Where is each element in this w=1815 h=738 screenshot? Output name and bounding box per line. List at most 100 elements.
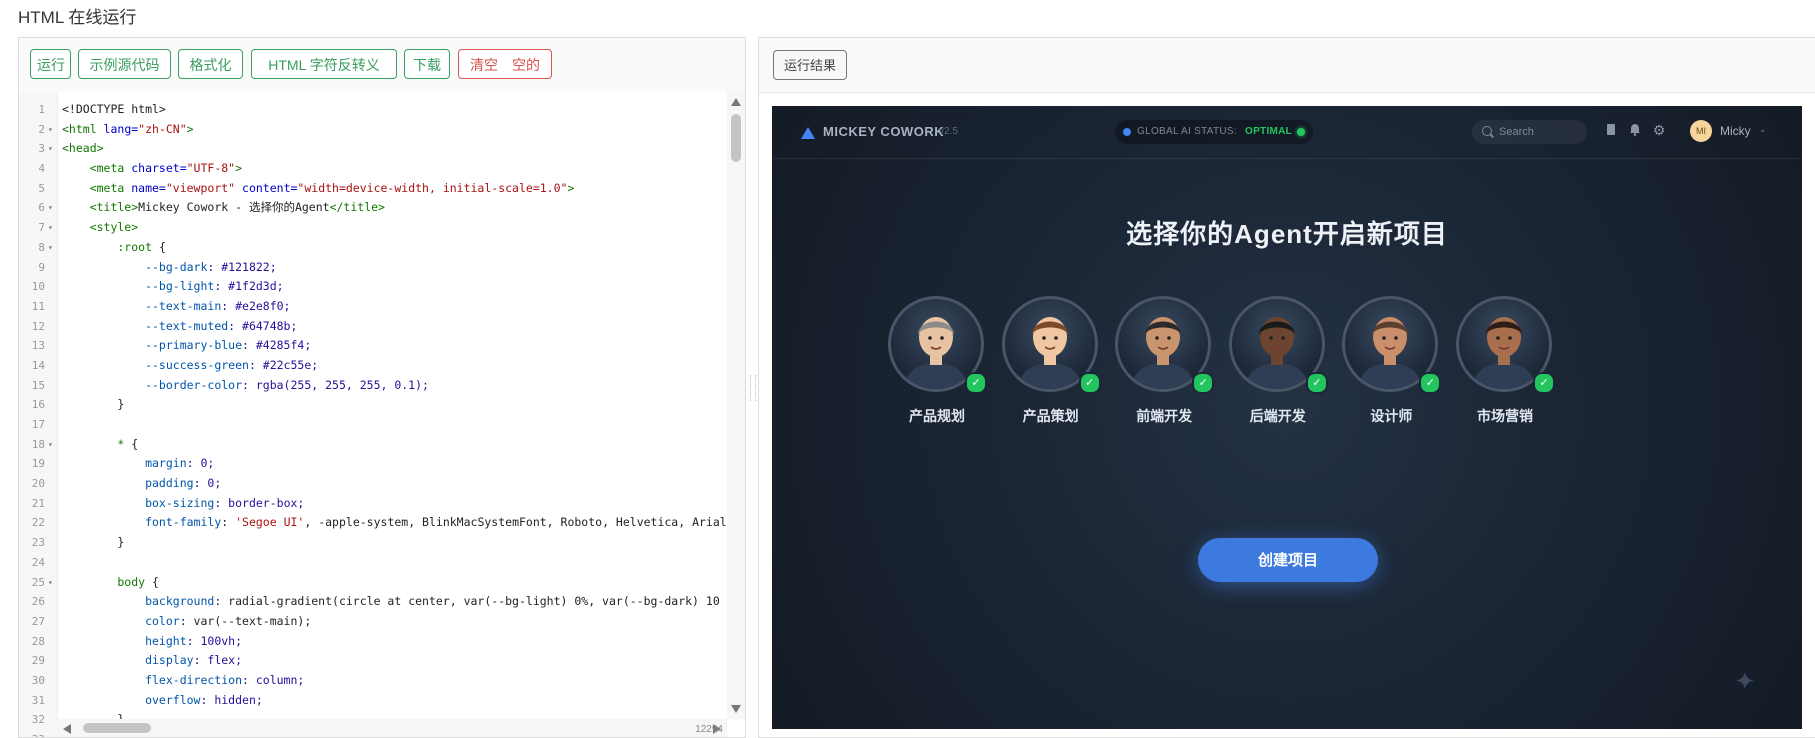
code-line[interactable]: 1 <!DOCTYPE html> [19,100,725,120]
code-text: box-sizing: border-box; [62,494,304,514]
vertical-scrollbar[interactable] [727,92,745,719]
line-number: 18 [31,437,45,451]
horizontal-scrollbar[interactable] [57,719,727,737]
code-line[interactable]: 24 [19,553,725,573]
run-result-button[interactable]: 运行结果 [773,50,847,80]
clear-button[interactable]: 清空 空的 [458,49,552,79]
code-editor[interactable]: 1 <!DOCTYPE html> 2 ▾ <html lang="zh-CN"> 3 ▾ <… [19,92,745,737]
code-line[interactable]: 20 padding: 0; [19,474,725,494]
code-token: } [62,397,125,412]
code-line[interactable]: 13 --primary-blue: #4285f4; [19,336,725,356]
code-token: : 0; [193,476,222,491]
fold-arrow-icon[interactable]: ▾ [48,120,53,140]
check-icon: ✓ [1192,372,1215,394]
bell-icon[interactable] [1628,123,1642,137]
hero-title: 选择你的Agent开启新项目 [1126,219,1448,249]
code-line[interactable]: 17 [19,415,725,435]
user-name[interactable]: Micky [1720,124,1751,138]
fold-arrow-icon[interactable]: ▾ [48,139,53,159]
scroll-down-icon[interactable] [731,705,741,713]
code-text: --border-color: rgba(255, 255, 255, 0.1)… [62,376,429,396]
fold-arrow-icon[interactable]: ▾ [48,198,53,218]
code-line[interactable]: 19 margin: 0; [19,454,725,474]
code-line[interactable]: 30 flex-direction: column; [19,671,725,691]
vertical-scroll-thumb[interactable] [731,114,741,162]
code-line[interactable]: 12 --text-muted: #64748b; [19,317,725,337]
fold-arrow-icon[interactable]: ▾ [48,218,53,238]
line-number: 12 [31,319,45,333]
code-token: <title> [62,200,139,215]
line-number: 29 [31,654,45,668]
code-line[interactable]: 10 --bg-light: #1f2d3d; [19,277,725,297]
line-number: 27 [31,614,45,628]
code-line[interactable]: 5 <meta name="viewport" content="width=d… [19,179,725,199]
code-text: body { [62,573,159,593]
code-line[interactable]: 3 ▾ <head> [19,139,725,159]
html-unescape-button[interactable]: HTML 字符反转义 [251,49,397,79]
code-token: --bg-dark [62,259,208,274]
line-number: 20 [31,477,45,491]
run-button[interactable]: 运行 [30,49,71,79]
code-text: --text-main: #e2e8f0; [62,297,290,317]
code-token: : radial-gradient(circle at center, var(… [214,594,720,609]
code-token: Mickey Cowork - 选择你的Agent [138,200,330,215]
code-panel: 运行 示例源代码 格式化 HTML 字符反转义 下载 清空 空的 1 <!DOCT… [18,37,746,738]
code-line[interactable]: 11 --text-main: #e2e8f0; [19,297,725,317]
code-text: :root { [62,238,166,258]
code-line[interactable]: 6 ▾ <title>Mickey Cowork - 选择你的Agent</tit… [19,198,725,218]
format-button[interactable]: 格式化 [178,49,243,79]
code-line[interactable]: 7 ▾ <style> [19,218,725,238]
code-lines[interactable]: 1 <!DOCTYPE html> 2 ▾ <html lang="zh-CN"> 3 ▾ <… [19,100,727,737]
fold-arrow-icon[interactable]: ▾ [48,573,53,593]
code-line[interactable]: 25 ▾ body { [19,573,725,593]
code-line[interactable]: 29 display: flex; [19,651,725,671]
fold-arrow-icon[interactable]: ▾ [48,238,53,258]
fold-arrow-icon[interactable]: ▾ [48,435,53,455]
code-line[interactable]: 9 --bg-dark: #121822; [19,258,725,278]
code-line[interactable]: 22 font-family: 'Segoe UI', -apple-syste… [19,513,727,533]
code-line[interactable]: 8 ▾ :root { [19,238,725,258]
code-line[interactable]: 14 --success-green: #22c55e; [19,356,725,376]
search-input[interactable]: Search [1472,120,1587,144]
code-line[interactable]: 27 color: var(--text-main); [19,612,725,632]
document-icon[interactable] [1604,123,1618,137]
line-number: 5 [38,181,45,195]
agent-label: 产品策划 [1022,408,1079,424]
code-text: <head> [62,139,104,159]
agent-label: 前端开发 [1136,408,1193,424]
search-placeholder: Search [1499,126,1534,138]
code-token: : [221,515,236,530]
scroll-up-icon[interactable] [731,98,741,106]
code-line[interactable]: 26 background: radial-gradient(circle at… [19,592,725,612]
user-avatar[interactable]: MI [1690,120,1712,142]
code-line[interactable]: 16 } [19,395,725,415]
create-project-button[interactable]: 创建项目 [1198,538,1378,582]
code-line[interactable]: 31 overflow: hidden; [19,691,725,711]
code-token: charset= [124,161,187,176]
char-count: 12294 [695,724,723,735]
code-line[interactable]: 21 box-sizing: border-box; [19,494,725,514]
code-line[interactable]: 18 ▾ * { [19,435,725,455]
scroll-left-icon[interactable] [63,724,71,734]
code-token: : 0; [186,456,215,471]
code-line[interactable]: 23 } [19,533,725,553]
line-number: 6 [38,201,45,215]
line-number: 3 [38,142,45,156]
code-line[interactable]: 28 height: 100vh; [19,632,725,652]
example-code-button[interactable]: 示例源代码 [78,49,171,79]
line-number: 33 [19,730,45,737]
download-button[interactable]: 下载 [404,49,450,79]
horizontal-scroll-thumb[interactable] [83,723,151,733]
agent-label: 后端开发 [1249,408,1306,424]
code-line[interactable]: 2 ▾ <html lang="zh-CN"> [19,120,725,140]
code-line[interactable]: 15 --border-color: rgba(255, 255, 255, 0… [19,376,725,396]
code-line[interactable]: 4 <meta charset="UTF-8"> [19,159,725,179]
gear-icon[interactable]: ⚙ [1652,123,1666,137]
code-token: name= [124,180,166,195]
panel-resize-handle[interactable] [750,375,756,401]
code-token: <!DOCTYPE html> [62,102,166,116]
line-number: 2 [38,122,45,136]
code-token: height [62,633,187,648]
chevron-down-icon[interactable]: ⌄ [1759,124,1767,135]
code-text: color: var(--text-main); [62,612,311,632]
